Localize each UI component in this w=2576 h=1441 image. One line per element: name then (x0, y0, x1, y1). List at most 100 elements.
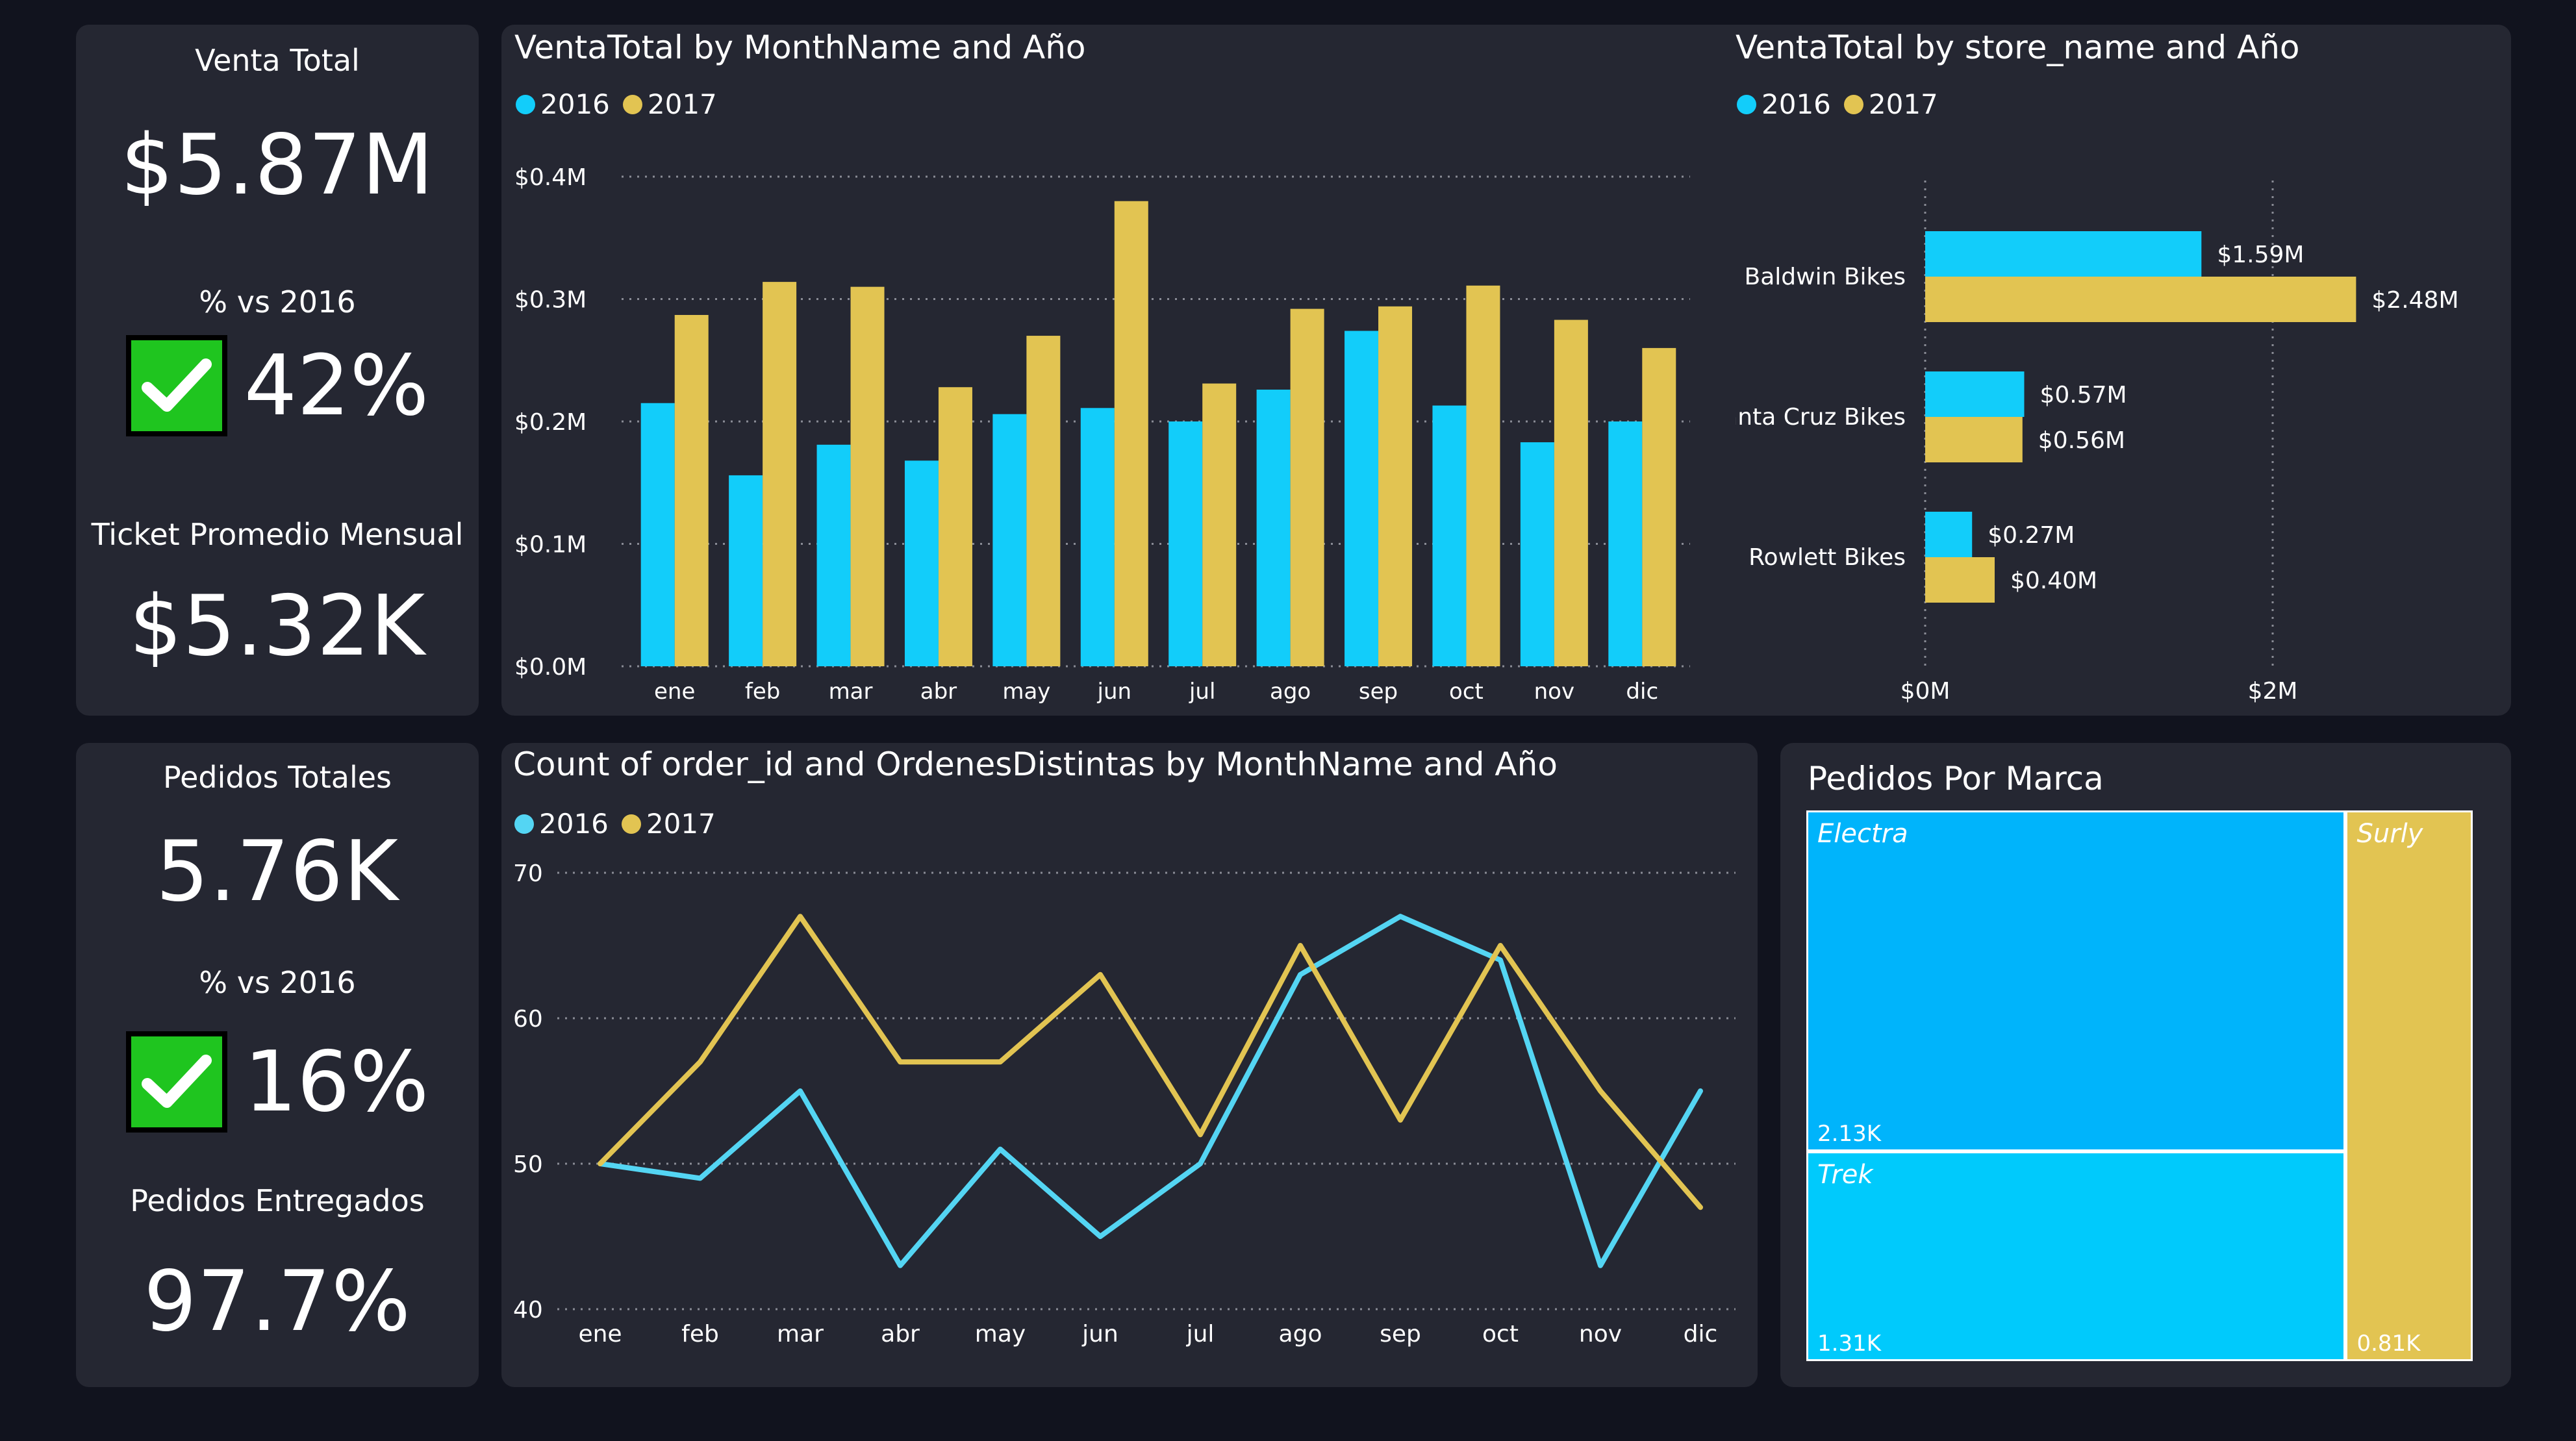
x-tick-label: may (1002, 679, 1050, 705)
monthly-sales-bar-chart: $0.0M $0.1M $0.2M $0.3M $0.4M ene feb mar abr may… (514, 164, 1690, 705)
x-tick-label: jul (1186, 1321, 1215, 1347)
category-label: Santa Cruz Bikes (1736, 404, 1906, 431)
x-tick-label: mar (829, 679, 873, 705)
treemap-tile-electra[interactable]: Electra 2.13K (1806, 810, 2346, 1152)
bar-2016-dic (1608, 421, 1643, 666)
brand-treemap-card: Pedidos Por Marca Electra 2.13K Trek 1.31K S… (1780, 743, 2511, 1387)
y-tick-label: $0.4M (514, 164, 587, 191)
pedidos-entregados-label: Pedidos Entregados (130, 1183, 425, 1218)
store-sales-chart-title: VentaTotal by store_name and Año (1736, 29, 2300, 66)
x-tick-label: dic (1626, 679, 1658, 705)
bar-2017-sep (1378, 306, 1413, 666)
x-tick-label: dic (1684, 1321, 1718, 1347)
data-label: $0.27M (1988, 522, 2075, 549)
pct-vs-2016-label: % vs 2016 (199, 284, 356, 320)
x-tick-label: feb (681, 1321, 719, 1347)
y-tick-label: 40 (513, 1297, 543, 1323)
bar-2017-jun (1114, 201, 1148, 666)
brand-treemap-title: Pedidos Por Marca (1808, 760, 2104, 797)
category-label: Baldwin Bikes (1745, 264, 1906, 290)
treemap-tile-trek[interactable]: Trek 1.31K (1806, 1151, 2346, 1361)
x-tick-label: jun (1081, 1321, 1118, 1347)
bar-2017-nov (1554, 320, 1588, 666)
pct-vs-2016-row: 16% (76, 1030, 479, 1134)
bar-2016-sep (1345, 331, 1379, 666)
bar-2017-may (1026, 336, 1061, 666)
check-icon (125, 335, 227, 436)
data-label: $2.48M (2371, 287, 2458, 314)
x-tick-label: mar (777, 1321, 824, 1347)
y-tick-label: 70 (513, 860, 543, 887)
bar-2016-feb (729, 475, 763, 666)
kpi-sales-card: Venta Total $5.87M % vs 2016 42% Ticket … (76, 25, 479, 716)
monthly-sales-chart-title: VentaTotal by MonthName and Año (514, 29, 1086, 66)
bar-2017-ene (674, 315, 709, 666)
bar-2017-Baldwin Bikes (1925, 277, 2356, 322)
y-tick-label: $0.3M (514, 287, 587, 314)
pct-vs-2016-label: % vs 2016 (199, 965, 356, 1000)
bar-2016-abr (904, 460, 939, 666)
pct-vs-2016-value: 16% (244, 1033, 429, 1131)
x-tick-label: oct (1449, 679, 1484, 705)
x-tick-label: nov (1579, 1321, 1622, 1347)
bar-2017-abr (938, 387, 972, 666)
ticket-promedio-label: Ticket Promedio Mensual (91, 517, 464, 552)
data-label: $0.40M (2010, 568, 2097, 594)
x-tick-label: feb (745, 679, 780, 705)
x-tick-label: may (975, 1321, 1026, 1347)
y-tick-label: 60 (513, 1006, 543, 1033)
treemap-tile-value: 2.13K (1817, 1121, 1881, 1147)
orders-line-chart: 40 50 60 70 ene feb mar abr may jun jul ago sep oct no… (513, 860, 1736, 1347)
bar-2016-jul (1168, 421, 1203, 666)
bar-2016-mar (816, 444, 851, 666)
bar-2016-nov (1520, 442, 1554, 666)
x-tick-label: nov (1534, 679, 1574, 705)
bar-2017-Santa Cruz Bikes (1925, 417, 2023, 462)
bar-2016-oct (1432, 405, 1467, 666)
data-label: $0.56M (2038, 427, 2125, 454)
pedidos-totales-value: 5.76K (156, 823, 399, 920)
orders-line-chart-card: Count of order_id and OrdenesDistintas b… (501, 743, 1758, 1387)
venta-total-value: $5.87M (120, 117, 435, 214)
data-label: $1.59M (2217, 242, 2304, 268)
data-label: $0.57M (2039, 382, 2127, 408)
y-tick-label: $0.1M (514, 532, 587, 558)
category-label: Rowlett Bikes (1749, 544, 1906, 571)
x-tick-label: jun (1097, 679, 1132, 705)
treemap-tile-name: Surly (2356, 819, 2423, 849)
x-tick-label: abr (920, 679, 957, 705)
bar-2017-feb (763, 282, 797, 666)
treemap-tile-value: 1.31K (1817, 1330, 1881, 1357)
bar-2016-Rowlett Bikes (1925, 512, 1973, 557)
bar-2017-Rowlett Bikes (1925, 557, 1995, 603)
x-tick-label: sep (1380, 1321, 1421, 1347)
x-tick-label: ago (1279, 1321, 1322, 1347)
pct-vs-2016-value: 42% (244, 337, 429, 434)
ticket-promedio-value: $5.32K (129, 578, 426, 675)
x-tick-label: $2M (2248, 678, 2298, 705)
bar-2016-may (992, 414, 1027, 666)
y-tick-label: $0.0M (514, 654, 587, 681)
pct-vs-2016-row: 42% (76, 334, 479, 438)
bar-2017-jul (1202, 383, 1237, 666)
bar-2016-ago (1256, 389, 1291, 666)
check-icon (125, 1031, 227, 1133)
x-tick-label: jul (1189, 679, 1215, 705)
bar-2017-mar (850, 286, 885, 666)
kpi-orders-card: Pedidos Totales 5.76K % vs 2016 16% Pedi… (76, 743, 479, 1387)
store-sales-bar-chart: $0M $2M Baldwin Bikes $1.59M $2.48M Santa Cru… (1736, 181, 2459, 705)
treemap-tile-surly[interactable]: Surly 0.81K (2345, 810, 2473, 1361)
sales-charts-card: VentaTotal by MonthName and Año 2016 201… (501, 25, 2511, 716)
treemap-tile-name: Electra (1817, 819, 1908, 849)
bar-2016-jun (1080, 408, 1115, 666)
bar-2016-Baldwin Bikes (1925, 231, 2202, 277)
x-tick-label: ago (1270, 679, 1311, 705)
treemap-tile-value: 0.81K (2356, 1331, 2421, 1357)
y-tick-label: $0.2M (514, 409, 587, 436)
treemap-tile-name: Trek (1817, 1160, 1873, 1190)
bar-2017-ago (1290, 308, 1324, 667)
venta-total-label: Venta Total (195, 43, 360, 78)
x-tick-label: $0M (1900, 678, 1951, 705)
pedidos-entregados-value: 97.7% (144, 1253, 411, 1350)
x-tick-label: abr (881, 1321, 920, 1347)
